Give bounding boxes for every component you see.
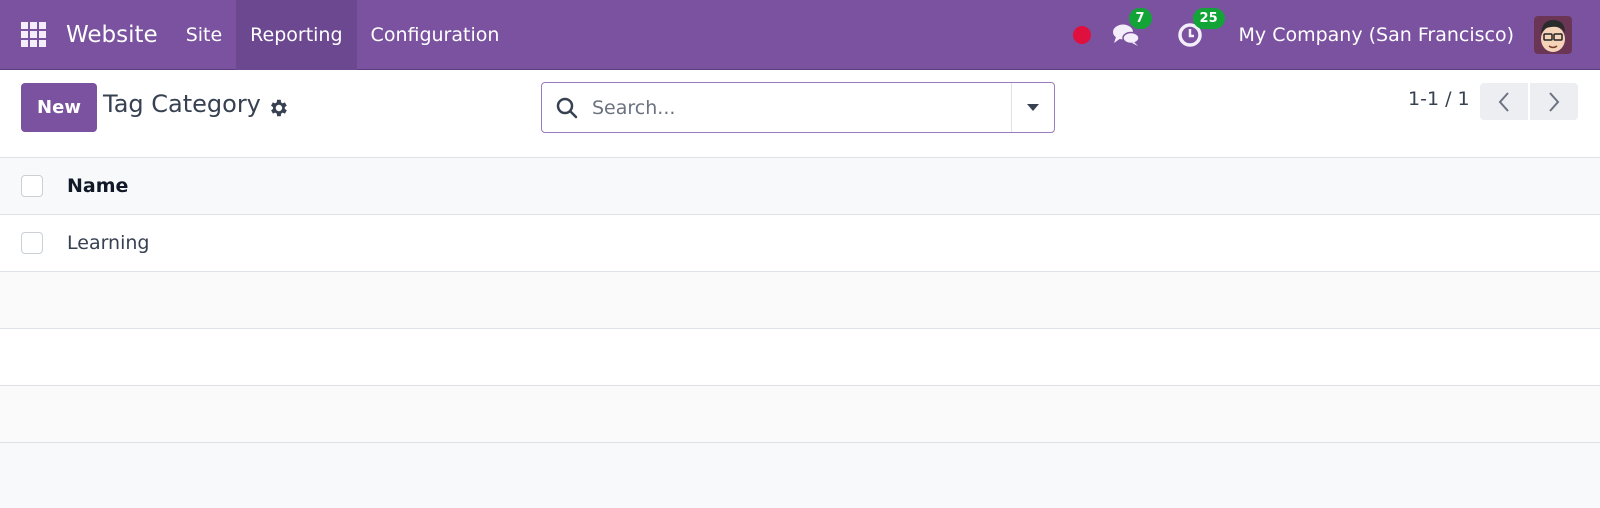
activities-count-badge: 25 (1192, 7, 1225, 29)
table-header: Name (0, 158, 1600, 215)
search-bar (541, 82, 1055, 133)
page-title: Tag Category (103, 90, 261, 118)
chevron-right-icon (1549, 91, 1560, 112)
search-options-toggle[interactable] (1011, 83, 1054, 132)
menu-site[interactable]: Site (172, 0, 236, 70)
app-name[interactable]: Website (66, 22, 172, 48)
empty-row (0, 272, 1600, 329)
messages-button[interactable]: 7 (1111, 7, 1152, 50)
messages-count-badge: 7 (1128, 7, 1152, 29)
empty-row (0, 386, 1600, 443)
search-icon (556, 97, 578, 118)
pager-previous-button[interactable] (1480, 83, 1528, 120)
column-header-name[interactable]: Name (67, 175, 128, 197)
select-all-checkbox[interactable] (21, 175, 43, 197)
chevron-left-icon (1498, 91, 1509, 112)
row-name[interactable]: Learning (67, 232, 150, 254)
empty-row (0, 329, 1600, 386)
pager-buttons (1480, 83, 1578, 120)
list-view: Name Learning (0, 158, 1600, 443)
caret-down-icon (1027, 104, 1039, 111)
row-checkbox[interactable] (21, 232, 43, 254)
top-navbar: Website Site Reporting Configuration 7 2… (0, 0, 1600, 70)
search-input[interactable] (592, 96, 1011, 119)
activities-button[interactable]: 25 (1175, 7, 1225, 50)
user-avatar-icon (1541, 19, 1565, 52)
record-indicator-icon[interactable] (1072, 25, 1091, 44)
apps-grid-icon (20, 22, 46, 47)
company-switcher[interactable]: My Company (San Francisco) (1239, 24, 1514, 46)
app-switcher-button[interactable] (0, 0, 66, 70)
pager-next-button[interactable] (1530, 83, 1578, 120)
gear-icon[interactable] (267, 97, 289, 119)
pager-value[interactable]: 1-1 / 1 (1408, 88, 1470, 110)
table-row[interactable]: Learning (0, 215, 1600, 272)
new-button[interactable]: New (21, 83, 97, 132)
user-avatar[interactable] (1534, 15, 1572, 54)
menu-reporting[interactable]: Reporting (236, 0, 357, 70)
control-panel: New Tag Category 1-1 / 1 (0, 70, 1600, 158)
menu-configuration[interactable]: Configuration (357, 0, 514, 70)
